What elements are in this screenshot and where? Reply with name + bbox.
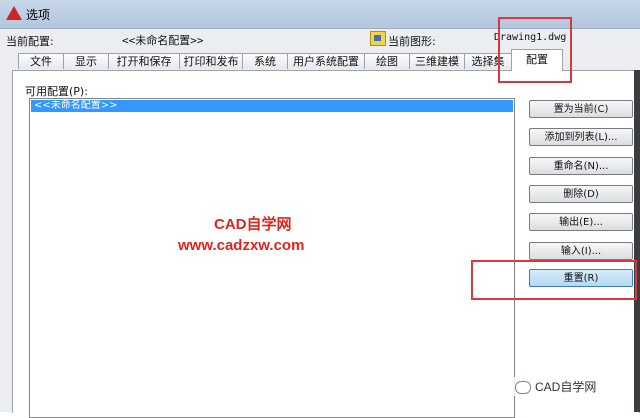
- window-title: 选项: [26, 8, 51, 22]
- current-profile-label: 当前配置:: [6, 35, 54, 48]
- tab-profiles[interactable]: 配置: [511, 49, 563, 71]
- delete-button[interactable]: 删除(D): [529, 185, 633, 203]
- profiles-panel: 可用配置(P): <<未命名配置>> 置为当前(C) 添加到列表(L)... 重…: [12, 70, 640, 418]
- wechat-badge: CAD自学网: [512, 377, 600, 396]
- tab-plot-and-publish[interactable]: 打印和发布: [179, 53, 243, 69]
- current-drawing-label: 当前图形:: [388, 35, 436, 48]
- tab-files[interactable]: 文件: [18, 53, 64, 69]
- current-drawing-value: Drawing1.dwg: [494, 32, 567, 43]
- autocad-logo-icon: [6, 6, 22, 20]
- drawing-file-icon: [370, 31, 386, 46]
- set-current-button[interactable]: 置为当前(C): [529, 100, 633, 118]
- wechat-label: CAD自学网: [535, 380, 597, 394]
- tab-system[interactable]: 系统: [242, 53, 288, 69]
- tab-user-preferences[interactable]: 用户系统配置: [287, 53, 365, 69]
- add-to-list-button[interactable]: 添加到列表(L)...: [529, 128, 633, 146]
- wechat-icon: [515, 381, 531, 395]
- window-edge: [634, 70, 640, 412]
- rename-button[interactable]: 重命名(N)...: [529, 157, 633, 175]
- current-profile-value: <<未命名配置>>: [122, 34, 204, 47]
- list-item[interactable]: <<未命名配置>>: [31, 100, 513, 112]
- title-bar: 选项: [0, 0, 640, 29]
- tab-3d-modeling[interactable]: 三维建模: [409, 53, 465, 69]
- reset-button[interactable]: 重置(R): [529, 269, 633, 287]
- tab-open-and-save[interactable]: 打开和保存: [108, 53, 180, 69]
- export-button[interactable]: 输出(E)...: [529, 213, 633, 231]
- watermark-title: CAD自学网: [214, 216, 292, 233]
- profiles-list[interactable]: <<未命名配置>>: [29, 98, 515, 418]
- available-profiles-label: 可用配置(P):: [25, 85, 88, 98]
- import-button[interactable]: 输入(I)...: [529, 242, 633, 260]
- watermark-url: www.cadzxw.com: [178, 237, 305, 254]
- tab-drafting[interactable]: 绘图: [364, 53, 410, 69]
- tab-selection[interactable]: 选择集: [464, 53, 512, 69]
- tab-display[interactable]: 显示: [63, 53, 109, 69]
- options-dialog: 当前配置: <<未命名配置>> 当前图形: Drawing1.dwg 文件 显示…: [0, 29, 640, 418]
